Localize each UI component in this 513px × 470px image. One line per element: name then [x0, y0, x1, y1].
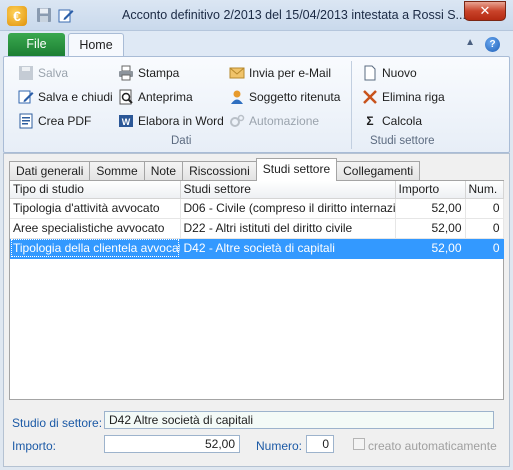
close-button[interactable]: ✕: [464, 1, 506, 21]
studio-di-settore-field[interactable]: D42 Altre società di capitali: [104, 411, 494, 429]
cell-importo[interactable]: 52,00: [395, 198, 466, 219]
studio-di-settore-label: Studio di settore:: [12, 416, 103, 430]
anteprima-button[interactable]: Anteprima: [118, 87, 193, 107]
ribbon-tab-row: File Home ▲ ?: [0, 31, 513, 58]
group-label-dati: Dati: [171, 135, 192, 147]
printer-icon: [119, 65, 133, 81]
crea-pdf-label: Crea PDF: [38, 114, 92, 128]
preview-icon: [119, 89, 133, 105]
group-label-studi-settore: Studi settore: [370, 135, 435, 147]
help-icon[interactable]: ?: [485, 37, 500, 52]
group-separator: [351, 61, 352, 149]
file-tab[interactable]: File: [8, 33, 65, 56]
cell-num[interactable]: 0: [465, 218, 504, 239]
cell-num[interactable]: 0: [465, 198, 504, 219]
salva-button[interactable]: Salva: [18, 63, 68, 83]
stampa-button[interactable]: Stampa: [118, 63, 179, 83]
cell-studio[interactable]: D22 - Altri istituti del diritto civile: [180, 218, 396, 239]
table-row[interactable]: Tipologia d'attività avvocato D06 - Civi…: [10, 198, 504, 219]
tab-studi-settore[interactable]: Studi settore: [255, 158, 338, 181]
anteprima-label: Anteprima: [138, 90, 193, 104]
creato-automaticamente-checkbox[interactable]: [353, 438, 365, 450]
window-title: Acconto definitivo 2/2013 del 15/04/2013…: [122, 8, 470, 22]
title-bar: € Acconto definitivo 2/2013 del 15/04/20…: [0, 0, 513, 31]
cell-num[interactable]: 0: [465, 238, 504, 259]
save-icon[interactable]: [36, 7, 52, 23]
home-tab[interactable]: Home: [68, 33, 124, 58]
invia-email-button[interactable]: Invia per e-Mail: [229, 63, 331, 83]
calcola-label: Calcola: [382, 114, 423, 128]
person-icon: [231, 90, 243, 104]
column-header-importo[interactable]: Importo: [395, 181, 466, 199]
elabora-in-word-button[interactable]: W Elabora in Word: [118, 111, 224, 131]
studi-settore-grid: Tipo di studio Studi settore Importo Num…: [10, 181, 504, 259]
edit-icon[interactable]: [58, 7, 74, 23]
cell-tipo[interactable]: Tipologia della clientela avvocato: [10, 238, 181, 259]
pdf-icon: [19, 113, 33, 129]
salva-e-chiudi-button[interactable]: Salva e chiudi: [18, 87, 113, 107]
salva-e-chiudi-label: Salva e chiudi: [38, 90, 113, 104]
document-tabs: Dati generali Somme Note Riscossioni Stu…: [9, 158, 421, 181]
creato-automaticamente-label: creato automaticamente: [368, 439, 497, 453]
elimina-riga-label: Elimina riga: [382, 90, 445, 104]
delete-x-icon: [363, 90, 377, 104]
sigma-icon: Σ: [366, 114, 374, 128]
tab-collegamenti[interactable]: Collegamenti: [336, 161, 421, 181]
cell-tipo[interactable]: Aree specialistiche avvocato: [10, 218, 181, 239]
salva-label: Salva: [38, 66, 69, 80]
column-header-studi-settore[interactable]: Studi settore: [180, 181, 396, 199]
cell-tipo[interactable]: Tipologia d'attività avvocato: [10, 198, 181, 219]
numero-label: Numero:: [256, 439, 303, 453]
nuovo-label: Nuovo: [382, 66, 417, 80]
table-row[interactable]: Aree specialistiche avvocato D22 - Altri…: [10, 218, 504, 239]
numero-field[interactable]: 0: [306, 435, 334, 453]
calcola-button[interactable]: Σ Calcola: [362, 111, 422, 131]
grid-header-row: Tipo di studio Studi settore Importo Num…: [10, 181, 504, 199]
automazione-label: Automazione: [249, 114, 320, 128]
invia-email-label: Invia per e-Mail: [249, 66, 332, 80]
soggetto-ritenuta-button[interactable]: Soggetto ritenuta: [229, 87, 340, 107]
cell-studio[interactable]: D06 - Civile (compreso il diritto intern…: [180, 198, 396, 219]
save-close-icon: [18, 90, 34, 104]
email-icon: [229, 67, 245, 79]
table-row-selected[interactable]: Tipologia della clientela avvocato D42 -…: [10, 238, 504, 259]
save-icon: [19, 66, 33, 80]
importo-field[interactable]: 52,00: [104, 435, 240, 453]
tab-somme[interactable]: Somme: [89, 161, 145, 181]
stampa-label: Stampa: [138, 66, 180, 80]
elimina-riga-button[interactable]: Elimina riga: [362, 87, 445, 107]
crea-pdf-button[interactable]: Crea PDF: [18, 111, 91, 131]
column-header-num[interactable]: Num.: [465, 181, 504, 199]
automazione-button[interactable]: Automazione: [229, 111, 319, 131]
soggetto-ritenuta-label: Soggetto ritenuta: [249, 90, 341, 104]
cell-importo[interactable]: 52,00: [395, 238, 466, 259]
new-document-icon: [364, 65, 376, 81]
elabora-in-word-label: Elabora in Word: [138, 114, 224, 128]
studi-settore-pane: Tipo di studio Studi settore Importo Num…: [9, 180, 504, 400]
tab-dati-generali[interactable]: Dati generali: [9, 161, 91, 181]
document-area: Dati generali Somme Note Riscossioni Stu…: [3, 153, 510, 467]
cell-importo[interactable]: 52,00: [395, 218, 466, 239]
tab-note[interactable]: Note: [143, 161, 184, 181]
nuovo-button[interactable]: Nuovo: [362, 63, 417, 83]
ribbon-panel: Salva Salva e chiudi Crea PDF Stampa Ant…: [3, 56, 510, 153]
column-header-tipo-di-studio[interactable]: Tipo di studio: [10, 181, 181, 199]
app-euro-icon[interactable]: €: [7, 6, 27, 26]
svg-text:W: W: [122, 117, 131, 127]
tab-riscossioni[interactable]: Riscossioni: [182, 161, 257, 181]
collapse-ribbon-icon[interactable]: ▲: [465, 37, 475, 48]
importo-label: Importo:: [12, 439, 57, 453]
cell-studio[interactable]: D42 - Altre società di capitali: [180, 238, 396, 259]
gears-icon: [230, 114, 245, 127]
word-icon: W: [119, 115, 133, 127]
